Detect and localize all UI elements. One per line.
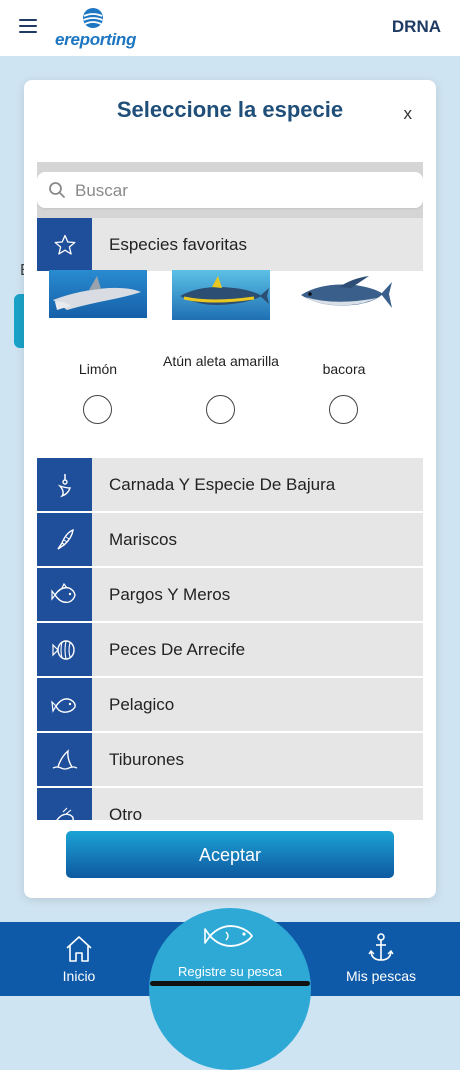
- search-icon: [49, 182, 65, 198]
- species-select-modal: Seleccione la especie x Especies favorit…: [24, 80, 436, 898]
- yellowfin-tuna-photo: [172, 270, 270, 320]
- app-header: ereporting DRNA: [0, 0, 460, 56]
- modal-title: Seleccione la especie: [116, 97, 344, 122]
- home-icon: [66, 936, 92, 962]
- category-arrecife[interactable]: Peces De Arrecife: [37, 623, 423, 676]
- reef-fish-icon: [51, 639, 75, 660]
- favorites-header-label: Especies favoritas: [109, 235, 247, 254]
- search-box[interactable]: [37, 172, 423, 208]
- category-label: Peces De Arrecife: [109, 640, 246, 659]
- category-label: Pargos Y Meros: [109, 585, 231, 604]
- menu-icon[interactable]: [19, 19, 37, 33]
- favorite-radio[interactable]: [206, 395, 235, 424]
- search-input[interactable]: [73, 178, 407, 204]
- category-icon-box: [37, 458, 92, 511]
- favorite-radio[interactable]: [329, 395, 358, 424]
- category-icon-box: [37, 623, 92, 676]
- snapper-icon: [50, 582, 76, 603]
- category-icon-box: [37, 513, 92, 566]
- ereporting-logo: ereporting: [55, 7, 137, 51]
- accept-button[interactable]: Aceptar: [66, 831, 394, 878]
- category-otro[interactable]: Otro: [37, 788, 423, 820]
- category-icon-box: [37, 733, 92, 786]
- category-mariscos[interactable]: Mariscos: [37, 513, 423, 566]
- category-icon-box: [37, 788, 92, 820]
- anchor-icon: [368, 933, 394, 961]
- search-bar-container: [37, 162, 423, 218]
- favorites-header[interactable]: Especies favoritas: [37, 218, 423, 271]
- category-icon-box: [37, 678, 92, 731]
- logo-globe-icon: [83, 8, 103, 28]
- category-icon-box: [37, 568, 92, 621]
- close-button[interactable]: x: [404, 104, 413, 124]
- favorite-species-bacora[interactable]: bacora: [284, 270, 404, 424]
- category-label: Pelagico: [109, 695, 175, 714]
- favorite-label: Limón: [78, 361, 118, 377]
- category-label: Carnada Y Especie De Bajura: [109, 475, 336, 494]
- favorite-label: bacora: [322, 361, 366, 377]
- star-icon-box: [37, 218, 92, 271]
- category-label: Otro: [109, 805, 143, 820]
- nav-my-catches-label: Mis pescas: [345, 968, 417, 984]
- category-pelagico[interactable]: Pelagico: [37, 678, 423, 731]
- logo-text: ereporting: [55, 30, 137, 49]
- category-label: Tiburones: [109, 750, 184, 769]
- favorite-species-atun-aleta-amarilla[interactable]: Atún aleta amarilla: [161, 270, 281, 424]
- favorites-grid: Limón Atún aleta amarilla bacora: [37, 270, 423, 430]
- favorite-radio[interactable]: [83, 395, 112, 424]
- category-carnada[interactable]: Carnada Y Especie De Bajura: [37, 458, 423, 511]
- register-catch-button[interactable]: Registre su pesca: [149, 908, 311, 1070]
- favorite-label: Atún aleta amarilla: [163, 353, 279, 369]
- favorite-species-limon[interactable]: Limón: [38, 270, 158, 424]
- species-list[interactable]: Especies favoritas Limón: [37, 162, 423, 820]
- pelagic-fish-icon: [50, 697, 76, 713]
- category-pargos[interactable]: Pargos Y Meros: [37, 568, 423, 621]
- register-catch-label: Registre su pesca: [177, 964, 283, 979]
- category-label: Mariscos: [109, 530, 178, 549]
- category-tiburones[interactable]: Tiburones: [37, 733, 423, 786]
- home-indicator: [150, 981, 310, 986]
- shark-photo: [49, 270, 147, 318]
- other-fish-icon: [55, 807, 74, 820]
- albacore-illustration: [301, 276, 392, 308]
- shellfish-icon: [56, 528, 74, 550]
- bait-fish-icon: [57, 473, 71, 497]
- fish-icon: [204, 925, 254, 947]
- nav-home-label: Inicio: [62, 968, 96, 984]
- agency-label: DRNA: [391, 17, 441, 36]
- star-icon: [54, 234, 75, 255]
- shark-fin-icon: [52, 748, 77, 770]
